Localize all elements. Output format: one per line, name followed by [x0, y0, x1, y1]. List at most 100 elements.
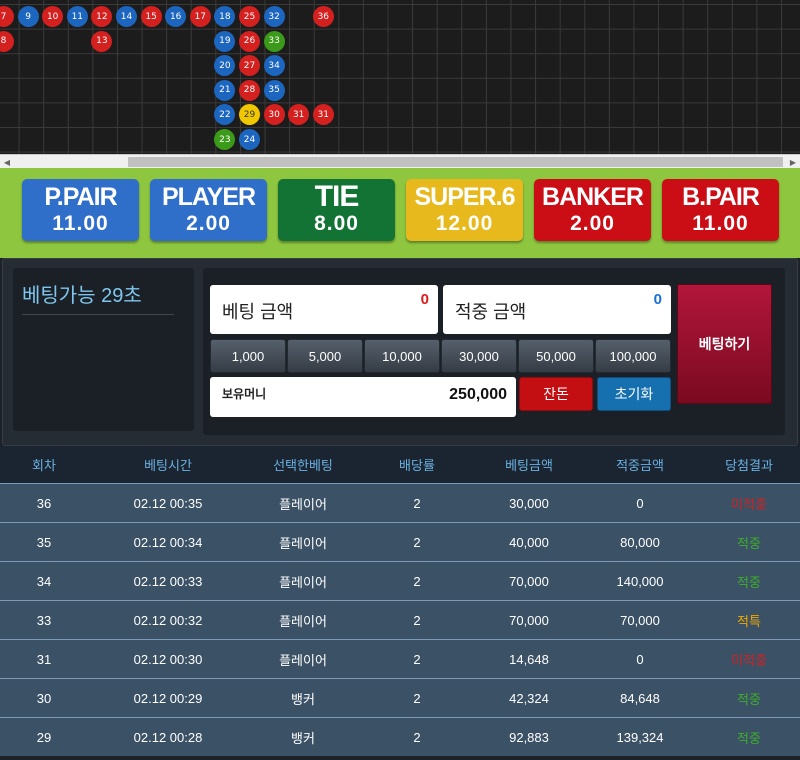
roadmap-ball: 15 [140, 6, 162, 27]
roadmap-ball: 8 [0, 30, 14, 52]
roadmap-ball: 26 [239, 30, 260, 52]
bet-bpair-button[interactable]: B.PAIR 11.00 [662, 179, 779, 241]
scroll-right-icon[interactable]: ▶ [786, 155, 800, 169]
bet-name: BANKER [542, 183, 644, 211]
cell-time: 02.12 00:33 [133, 573, 203, 589]
scroll-left-icon[interactable]: ◀ [0, 155, 14, 169]
cell-time: 02.12 00:32 [133, 612, 203, 628]
bet-options-bar: P.PAIR 11.00 PLAYER 2.00 TIE 8.00 SUPER.… [0, 168, 800, 258]
chip-1000-button[interactable]: 1,000 [210, 339, 286, 373]
cell-bet: 42,324 [509, 690, 549, 706]
table-header: 회차 베팅시간 선택한베팅 배당률 베팅금액 적중금액 당첨결과 [0, 446, 800, 483]
roadmap-ball: 36 [312, 6, 334, 27]
bet-super6-button[interactable]: SUPER.6 12.00 [406, 179, 523, 241]
cell-pick: 플레이어 [279, 613, 327, 629]
table-row: 30 02.12 00:29 뱅커 2 42,324 84,648 적중 [0, 678, 800, 717]
chip-100000-button[interactable]: 100,000 [595, 339, 671, 373]
chip-50000-button[interactable]: 50,000 [518, 339, 594, 373]
table-row: 33 02.12 00:32 플레이어 2 70,000 70,000 적특 [0, 600, 800, 639]
roadmap-ball: 23 [214, 129, 236, 150]
cell-result: 적중 [737, 691, 761, 707]
cell-time: 02.12 00:28 [133, 729, 203, 745]
bet-banker-button[interactable]: BANKER 2.00 [534, 179, 651, 241]
cell-round: 34 [36, 573, 52, 589]
roadmap-ball: 30 [263, 104, 285, 126]
bet-odds: 2.00 [186, 212, 231, 235]
bet-tie-button[interactable]: TIE 8.00 [278, 179, 395, 241]
cell-result: 적중 [737, 535, 761, 551]
cell-time: 02.12 00:35 [133, 495, 203, 511]
cell-result: 미적중 [731, 496, 767, 512]
roadmap-ball: 18 [214, 6, 236, 27]
cell-result: 미적중 [731, 652, 767, 668]
roadmap-ball: 28 [239, 79, 260, 101]
balance-value: 250,000 [449, 386, 507, 403]
cell-rate: 2 [413, 573, 421, 589]
cell-pick: 플레이어 [279, 652, 327, 668]
place-bet-button[interactable]: 베팅하기 [677, 284, 772, 404]
bet-name: P.PAIR [44, 183, 117, 211]
chip-10000-button[interactable]: 10,000 [364, 339, 440, 373]
table-row: 34 02.12 00:33 플레이어 2 70,000 140,000 적중 [0, 561, 800, 600]
bet-odds: 12.00 [435, 212, 494, 235]
bet-ppair-button[interactable]: P.PAIR 11.00 [22, 179, 139, 241]
roadmap-ball: 16 [165, 6, 187, 27]
roadmap-ball: 24 [239, 129, 260, 150]
cell-time: 02.12 00:34 [133, 534, 203, 550]
cell-round: 31 [36, 651, 52, 667]
cell-pick: 뱅커 [291, 730, 315, 746]
win-amount-value: 0 [653, 291, 662, 308]
bet-name: PLAYER [161, 183, 256, 211]
bet-amount-field[interactable]: 베팅 금액 0 [210, 285, 438, 334]
cell-round: 30 [36, 690, 52, 706]
win-amount-field: 적중 금액 0 [443, 285, 671, 334]
bet-name: SUPER.6 [414, 183, 516, 211]
roadmap-ball: 13 [91, 30, 113, 52]
roadmap-ball: 9 [17, 6, 39, 27]
cell-bet: 70,000 [509, 612, 549, 628]
cell-win: 0 [636, 495, 644, 511]
cell-round: 35 [36, 534, 52, 550]
roadmap-ball: 7 [0, 6, 14, 27]
cell-rate: 2 [413, 534, 421, 550]
roadmap-grid: 7 9 10 11 12 14 15 16 17 18 25 32 36 8 13 19 26 33 20 27 34 2… [0, 0, 800, 154]
bet-name: B.PAIR [682, 183, 760, 211]
table-row: 35 02.12 00:34 플레이어 2 40,000 80,000 적중 [0, 522, 800, 561]
bet-player-button[interactable]: PLAYER 2.00 [150, 179, 267, 241]
change-button[interactable]: 잔돈 [519, 377, 593, 411]
horizontal-scrollbar[interactable]: ◀ ▶ [0, 154, 800, 168]
roadmap-ball: 35 [263, 79, 285, 101]
cell-rate: 2 [413, 651, 421, 667]
roadmap-ball: 25 [239, 6, 260, 27]
cell-result: 적중 [737, 574, 761, 590]
table-row: 36 02.12 00:35 플레이어 2 30,000 0 미적중 [0, 483, 800, 522]
roadmap-ball: 14 [116, 6, 137, 27]
balance-field: 보유머니 250,000 [210, 377, 516, 417]
cell-win: 140,000 [616, 573, 664, 589]
header-rate: 배당률 [399, 458, 435, 473]
win-amount-label: 적중 금액 [455, 302, 527, 322]
cell-time: 02.12 00:30 [133, 651, 203, 667]
chip-30000-button[interactable]: 30,000 [441, 339, 517, 373]
roadmap-ball: 20 [214, 55, 236, 77]
roadmap-ball: 19 [214, 30, 236, 52]
cell-time: 02.12 00:29 [133, 690, 203, 706]
roadmap-ball: 31 [288, 104, 310, 126]
roadmap-ball: 12 [91, 6, 113, 27]
cell-round: 36 [36, 495, 52, 511]
bet-amount-label: 베팅 금액 [222, 302, 294, 322]
reset-button[interactable]: 초기화 [597, 377, 671, 411]
chip-5000-button[interactable]: 5,000 [287, 339, 363, 373]
cell-result: 적특 [737, 613, 761, 629]
scrollbar-thumb[interactable] [128, 157, 783, 167]
roadmap-ball: 29 [239, 104, 260, 126]
roadmap-ball: 17 [189, 6, 211, 27]
cell-round: 29 [36, 729, 52, 745]
cell-bet: 30,000 [509, 495, 549, 511]
cell-win: 80,000 [620, 534, 660, 550]
roadmap-ball: 21 [214, 79, 236, 101]
roadmap-ball: 34 [263, 55, 285, 77]
roadmap-ball: 22 [214, 104, 236, 126]
bet-amount-value: 0 [420, 291, 429, 308]
bet-odds: 2.00 [570, 212, 615, 235]
